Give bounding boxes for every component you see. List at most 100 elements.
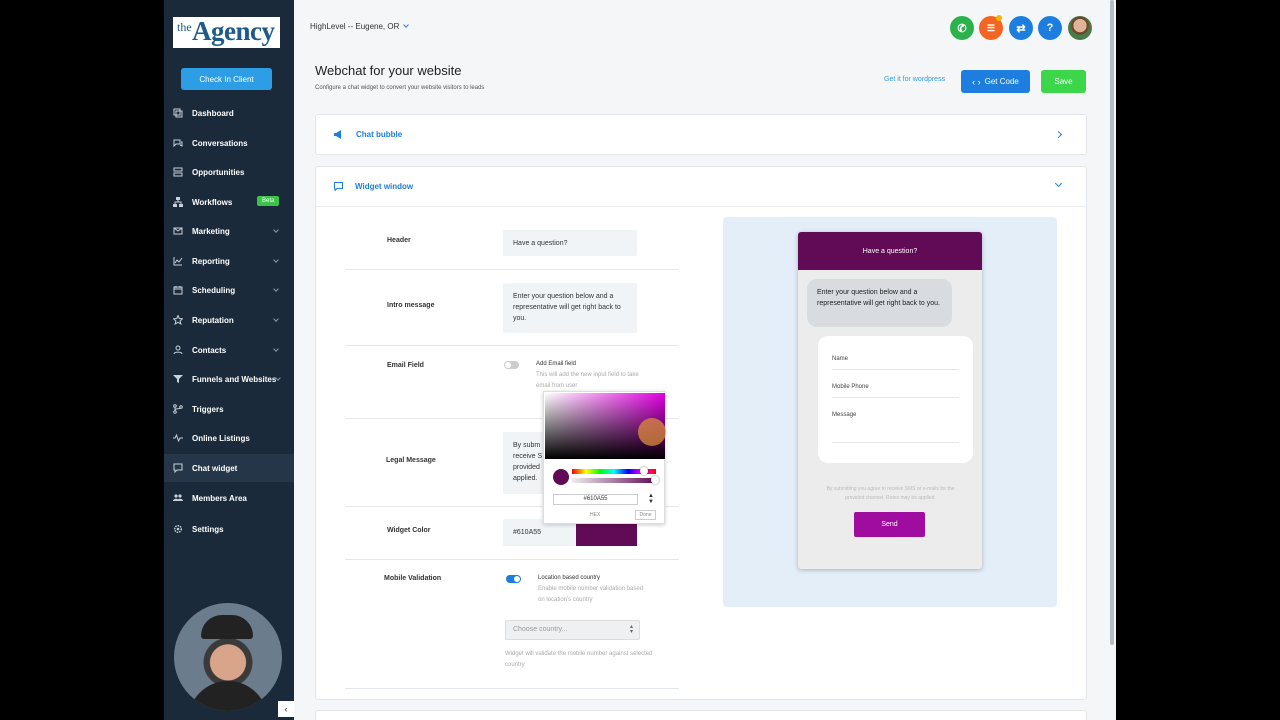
chevron-down-icon [273,316,279,322]
logo-big-text: Agency [192,16,275,46]
header-input[interactable]: Have a question? [503,230,637,256]
chat-icon [173,463,183,473]
sidebar-item-scheduling[interactable]: Scheduling [164,276,294,304]
preview-message-field[interactable]: Message [832,412,959,443]
preview-name-field[interactable]: Name [832,356,959,370]
list-icon: ☰ [986,22,996,33]
dashboard-icon [173,108,183,118]
sidebar-item-members-area[interactable]: Members Area [164,484,294,512]
agency-logo[interactable]: the Agency [173,16,280,48]
logo-small-text: the [177,20,192,34]
sidebar-item-label: Workflows [192,197,233,207]
user-icon [173,345,183,355]
sidebar-item-contacts[interactable]: Contacts [164,336,294,364]
branch-icon [173,404,183,414]
chevron-down-icon [403,22,410,28]
sidebar-item-dashboard[interactable]: Dashboard [164,99,294,127]
beta-badge: Beta [257,196,280,206]
intro-message-label: Intro message [387,302,435,309]
alpha-slider-handle[interactable] [651,476,659,484]
hex-input[interactable]: #610A55 [553,494,638,505]
switch-icon: ⇄ [1016,22,1026,35]
sidebar-item-label: Marketing [192,226,230,236]
sidebar-item-label: Dashboard [192,108,234,118]
hue-slider-handle[interactable] [640,467,648,475]
help-button[interactable]: ? [1038,16,1062,40]
help-icon: ? [1046,22,1054,34]
save-button[interactable]: Save [1041,70,1086,93]
sidebar: the Agency Check In Client Dashboard Con… [164,0,294,720]
sidebar-item-reputation[interactable]: Reputation [164,306,294,334]
calendar-icon [173,285,183,295]
sidebar-item-funnels[interactable]: Funnels and Websites [164,365,294,393]
preview-intro-bubble: Enter your question below and a represen… [807,279,952,327]
mobile-validation-toggle[interactable] [506,575,521,583]
sidebar-item-triggers[interactable]: Triggers [164,395,294,423]
wordpress-link[interactable]: Get it for wordpress [884,76,945,83]
color-picker-cursor[interactable] [638,418,666,446]
preview-form: Name Mobile Phone Message [818,336,973,463]
preview-phone-field[interactable]: Mobile Phone [832,384,959,398]
switch-account-button[interactable]: ⇄ [1009,16,1033,40]
presenter-webcam [174,603,282,711]
app-window: the Agency Check In Client Dashboard Con… [164,0,1116,720]
sidebar-item-conversations[interactable]: Conversations [164,129,294,157]
line-chart-icon [173,256,183,266]
code-icon: ‹ › [972,76,981,87]
intro-message-input[interactable]: Enter your question below and a represen… [503,283,637,333]
get-code-button[interactable]: ‹ › Get Code [961,70,1030,93]
chat-bubble-section[interactable]: Chat bubble [315,114,1087,155]
alpha-slider[interactable] [572,478,656,483]
sidebar-item-label: Members Area [192,493,247,503]
next-section [315,710,1087,720]
legal-message-label: Legal Message [386,457,436,464]
check-in-client-button[interactable]: Check In Client [181,68,272,90]
chevron-down-icon [273,257,279,263]
current-color-swatch [553,469,569,485]
chevron-down-icon [273,346,279,352]
sidebar-item-marketing[interactable]: Marketing [164,217,294,245]
avatar[interactable] [1068,16,1092,40]
notification-dot [996,15,1002,21]
sidebar-item-opportunities[interactable]: Opportunities [164,158,294,186]
email-field-toggle[interactable] [504,361,519,369]
page-scrollbar[interactable] [1110,0,1114,645]
section-divider [316,206,1086,207]
email-option-title: Add Email field [536,361,577,367]
country-select-value: Choose country... [513,626,568,633]
sidebar-item-label: Online Listings [192,433,250,443]
page-title: Webchat for your website [315,63,462,78]
sidebar-item-label: Opportunities [192,167,245,177]
select-arrows-icon: ▴ ▾ [629,624,633,635]
color-picker-popup: #610A55 ▲ ▼ HEX Done [543,391,666,524]
chevron-right-icon [1054,130,1063,139]
sidebar-item-label: Chat widget [192,463,238,473]
location-switcher[interactable]: HighLevel -- Eugene, OR [310,22,410,31]
widget-color-label: Widget Color [387,527,431,534]
sidebar-item-label: Reputation [192,315,234,325]
sidebar-item-label: Reporting [192,256,230,266]
phone-button[interactable]: ✆ [950,16,974,40]
done-button[interactable]: Done [635,510,656,520]
preview-send-button[interactable]: Send [854,512,925,537]
mobile-option-desc: Enable mobile number validation based on… [538,586,644,603]
email-option-desc: This will add the new input field to tak… [536,372,639,389]
country-select[interactable]: Choose country... ▴ ▾ [505,620,640,640]
sidebar-item-workflows[interactable]: Workflows Beta [164,188,294,216]
format-toggle-icon[interactable]: ▲ ▼ [648,493,654,505]
collapse-sidebar-button[interactable]: ‹ [278,701,294,717]
sidebar-item-settings[interactable]: Settings [164,515,294,543]
email-field-label: Email Field [387,362,424,369]
chat-icon [334,182,343,191]
preview-header: Have a question? [798,232,982,270]
sidebar-item-label: Scheduling [192,285,236,295]
layers-icon [173,167,183,177]
widget-window-title[interactable]: Widget window [355,182,413,191]
funnel-icon [173,374,183,384]
sidebar-item-online-listings[interactable]: Online Listings [164,424,294,452]
chevron-down-icon[interactable] [1054,179,1063,188]
sidebar-item-reporting[interactable]: Reporting [164,247,294,275]
sidebar-item-label: Conversations [192,138,248,148]
country-hint: Widget will validate the mobile number a… [505,651,653,668]
sidebar-item-chat-widget[interactable]: Chat widget [164,454,294,482]
